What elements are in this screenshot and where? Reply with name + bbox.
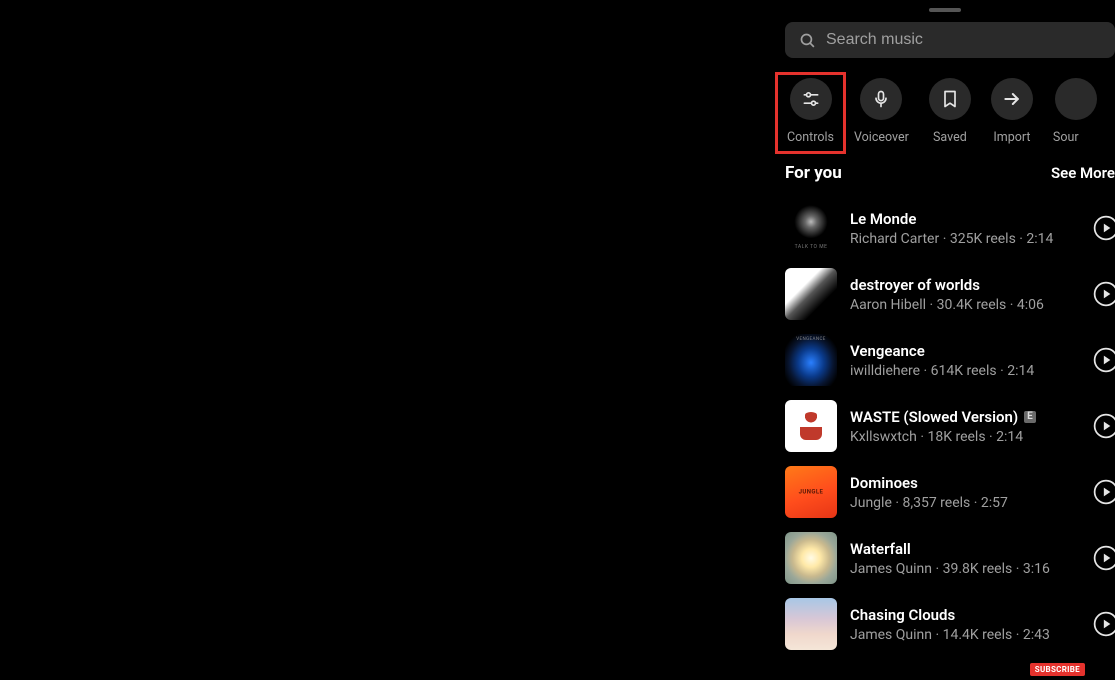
track-title: Dominoes bbox=[850, 474, 918, 492]
track-row[interactable]: WASTE (Slowed Version) E Kxllswxtch · 18… bbox=[775, 393, 1115, 459]
track-title: Chasing Clouds bbox=[850, 606, 955, 624]
search-input[interactable] bbox=[826, 31, 1101, 49]
track-meta: iwilldiehere · 614K reels · 2:14 bbox=[850, 363, 1080, 379]
track-meta: James Quinn · 14.4K reels · 2:43 bbox=[850, 627, 1080, 643]
track-info: Vengeance iwilldiehere · 614K reels · 2:… bbox=[850, 342, 1080, 379]
track-title: WASTE (Slowed Version) bbox=[850, 408, 1018, 426]
track-info: Waterfall James Quinn · 39.8K reels · 3:… bbox=[850, 540, 1080, 577]
track-title: Waterfall bbox=[850, 540, 911, 558]
album-art bbox=[785, 598, 837, 650]
track-title: Le Monde bbox=[850, 210, 916, 228]
controls-button[interactable]: Controls bbox=[775, 72, 846, 154]
search-bar[interactable] bbox=[785, 22, 1115, 58]
for-you-title: For you bbox=[785, 163, 842, 183]
track-info: destroyer of worlds Aaron Hibell · 30.4K… bbox=[850, 276, 1080, 313]
album-art bbox=[785, 466, 837, 518]
track-meta: Kxllswxtch · 18K reels · 2:14 bbox=[850, 429, 1080, 445]
play-icon[interactable] bbox=[1093, 479, 1115, 505]
track-row[interactable]: Le Monde Richard Carter · 325K reels · 2… bbox=[775, 195, 1115, 261]
track-title: destroyer of worlds bbox=[850, 276, 980, 294]
controls-label: Controls bbox=[787, 130, 834, 145]
play-icon[interactable] bbox=[1093, 215, 1115, 241]
bookmark-icon bbox=[940, 89, 960, 109]
track-info: Chasing Clouds James Quinn · 14.4K reels… bbox=[850, 606, 1080, 643]
explicit-badge: E bbox=[1024, 411, 1036, 423]
album-art bbox=[785, 268, 837, 320]
track-row[interactable]: Waterfall James Quinn · 39.8K reels · 3:… bbox=[775, 525, 1115, 591]
track-info: WASTE (Slowed Version) E Kxllswxtch · 18… bbox=[850, 408, 1080, 445]
search-icon bbox=[799, 32, 816, 49]
play-icon[interactable] bbox=[1093, 545, 1115, 571]
see-more-link[interactable]: See More bbox=[1051, 164, 1115, 182]
album-art bbox=[785, 202, 837, 254]
arrow-right-icon bbox=[1002, 89, 1022, 109]
track-info: Dominoes Jungle · 8,357 reels · 2:57 bbox=[850, 474, 1080, 511]
album-art bbox=[785, 400, 837, 452]
sliders-icon bbox=[801, 89, 821, 109]
import-button[interactable]: Import bbox=[991, 78, 1033, 145]
saved-label: Saved bbox=[933, 130, 967, 145]
album-art bbox=[785, 532, 837, 584]
section-header: For you See More bbox=[775, 163, 1115, 195]
sound-label: Sour bbox=[1053, 130, 1079, 145]
voiceover-button[interactable]: Voiceover bbox=[854, 78, 909, 145]
track-row[interactable]: destroyer of worlds Aaron Hibell · 30.4K… bbox=[775, 261, 1115, 327]
track-row[interactable]: Vengeance iwilldiehere · 614K reels · 2:… bbox=[775, 327, 1115, 393]
drag-handle[interactable] bbox=[929, 8, 961, 12]
play-icon[interactable] bbox=[1093, 281, 1115, 307]
play-icon[interactable] bbox=[1093, 347, 1115, 373]
sound-button[interactable]: Sour bbox=[1053, 78, 1079, 145]
track-row[interactable]: Dominoes Jungle · 8,357 reels · 2:57 bbox=[775, 459, 1115, 525]
video-preview-area bbox=[0, 0, 775, 680]
play-icon[interactable] bbox=[1093, 611, 1115, 637]
track-meta: Aaron Hibell · 30.4K reels · 4:06 bbox=[850, 297, 1080, 313]
play-icon[interactable] bbox=[1093, 413, 1115, 439]
microphone-icon bbox=[871, 89, 891, 109]
track-title: Vengeance bbox=[850, 342, 925, 360]
track-row[interactable]: Chasing Clouds James Quinn · 14.4K reels… bbox=[775, 591, 1115, 657]
album-art bbox=[785, 334, 837, 386]
track-meta: Richard Carter · 325K reels · 2:14 bbox=[850, 231, 1080, 247]
track-info: Le Monde Richard Carter · 325K reels · 2… bbox=[850, 210, 1080, 247]
subscribe-badge[interactable]: SUBSCRIBE bbox=[1030, 663, 1085, 676]
import-label: Import bbox=[993, 130, 1030, 145]
track-list: Le Monde Richard Carter · 325K reels · 2… bbox=[775, 195, 1115, 657]
track-meta: James Quinn · 39.8K reels · 3:16 bbox=[850, 561, 1080, 577]
action-row: Controls Voiceover Saved Import Sour bbox=[775, 76, 1115, 163]
music-panel: Controls Voiceover Saved Import Sour For… bbox=[775, 0, 1115, 680]
track-meta: Jungle · 8,357 reels · 2:57 bbox=[850, 495, 1080, 511]
saved-button[interactable]: Saved bbox=[929, 78, 971, 145]
voiceover-label: Voiceover bbox=[854, 130, 909, 145]
